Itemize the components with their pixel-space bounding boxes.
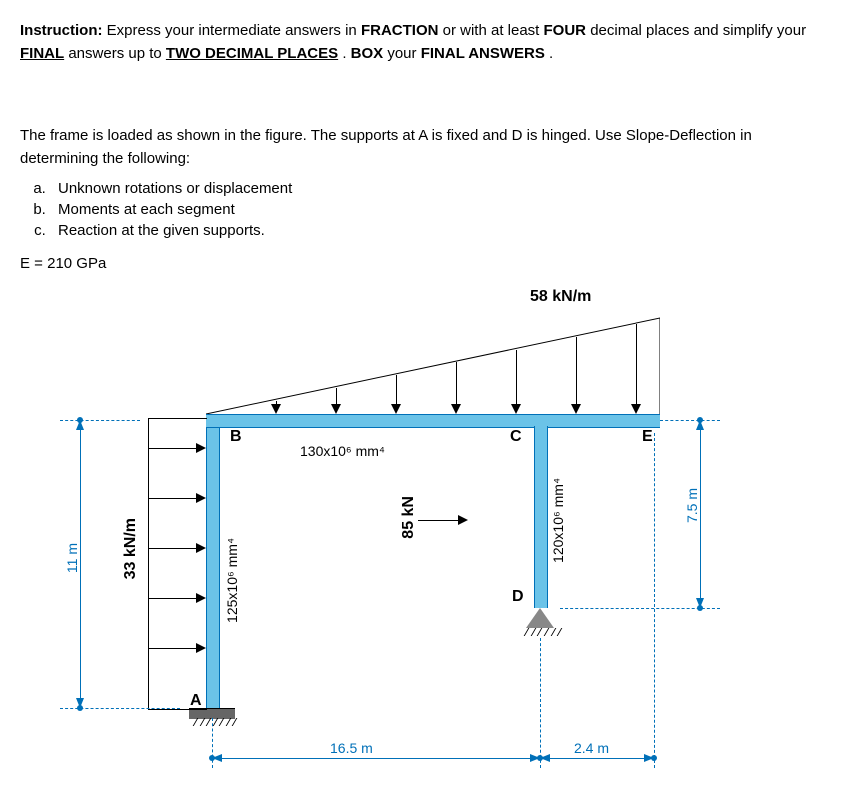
task-b: Moments at each segment [50,201,825,218]
udl-left-label: 33 kN/m [122,518,140,579]
instruction-paragraph: Instruction: Express your intermediate a… [20,20,825,65]
udl-arrow-shaft [148,448,196,449]
tri-arrow-head [451,404,461,414]
tri-arrow-head [331,404,341,414]
tri-arrow-shaft [636,324,637,410]
point-load-head [458,515,468,525]
member-be [206,414,660,428]
udl-arrow-shaft [148,548,196,549]
member-cd [534,426,548,608]
dim-h-left: 11 m [64,543,80,573]
kw-two-dec: TWO DECIMAL PLACES [166,45,338,62]
dim-span-bd: 16.5 m [330,740,373,756]
dim-ext [660,420,720,421]
hatch-d [520,628,560,636]
tri-arrow-head [511,404,521,414]
tri-arrow-head [271,404,281,414]
dim-arrow [76,420,84,430]
dim-ext [540,638,541,768]
t: . [342,45,350,62]
triangular-load [206,308,660,414]
dim-h-right: 7.5 m [684,488,700,523]
node-e: E [642,428,653,446]
member-ab [206,418,220,708]
support-d-pin [526,608,554,628]
problem-intro: The frame is loaded as shown in the figu… [20,125,825,170]
udl-arrow-shaft [148,498,196,499]
dim-ext [60,420,140,421]
dim-arrow [644,754,654,762]
task-list: Unknown rotations or displacement Moment… [20,180,825,239]
udl-arrow-shaft [148,648,196,649]
dim-ext [560,608,720,609]
inertia-cd: 120x10⁶ mm⁴ [550,478,566,563]
tri-arrow-shaft [456,362,457,410]
t: decimal places and simplify your [590,22,806,39]
kw-four: FOUR [544,22,587,39]
dim-line [700,430,701,598]
dim-ext [654,433,655,768]
dim-arrow [696,598,704,608]
kw-box: BOX [351,45,384,62]
udl-arrow-head [196,593,206,603]
udl-arrow-head [196,543,206,553]
instruction-prefix: Instruction: [20,22,103,39]
tri-arrow-head [631,404,641,414]
udl-left-load [148,418,207,710]
dim-line [80,430,81,698]
frame-diagram: B C E D A 33 kN/m 58 kN/m 85 kN [40,288,780,788]
t: Express your intermediate answers in [107,22,361,39]
t: answers up to [68,45,166,62]
t: . [549,45,553,62]
dim-arrow [696,420,704,430]
udl-arrow-shaft [148,598,196,599]
dim-line [550,758,644,759]
dim-span-de: 2.4 m [574,740,609,756]
inertia-ab: 125x10⁶ mm⁴ [224,538,240,623]
tri-arrow-shaft [576,337,577,410]
t: your [387,45,420,62]
tri-load-label: 58 kN/m [530,288,591,306]
node-d: D [512,588,524,606]
dim-arrow [76,698,84,708]
task-c: Reaction at the given supports. [50,222,825,239]
node-b: B [230,428,242,446]
point-load-label: 85 kN [400,496,418,539]
dim-arrow [212,754,222,762]
tri-arrow-shaft [516,350,517,410]
tri-arrow-head [571,404,581,414]
udl-arrow-head [196,493,206,503]
t: or with at least [443,22,544,39]
kw-fraction: FRACTION [361,22,439,39]
task-a: Unknown rotations or displacement [50,180,825,197]
udl-arrow-head [196,443,206,453]
node-c: C [510,428,522,446]
kw-final-answers: FINAL ANSWERS [421,45,545,62]
kw-final: FINAL [20,45,64,62]
tri-arrow-head [391,404,401,414]
dim-arrow [530,754,540,762]
udl-arrow-head [196,643,206,653]
inertia-bc: 130x10⁶ mm⁴ [300,443,385,459]
dim-arrow [540,754,550,762]
modulus: E = 210 GPa [20,253,825,276]
point-load-shaft [418,520,458,521]
dim-line [222,758,530,759]
